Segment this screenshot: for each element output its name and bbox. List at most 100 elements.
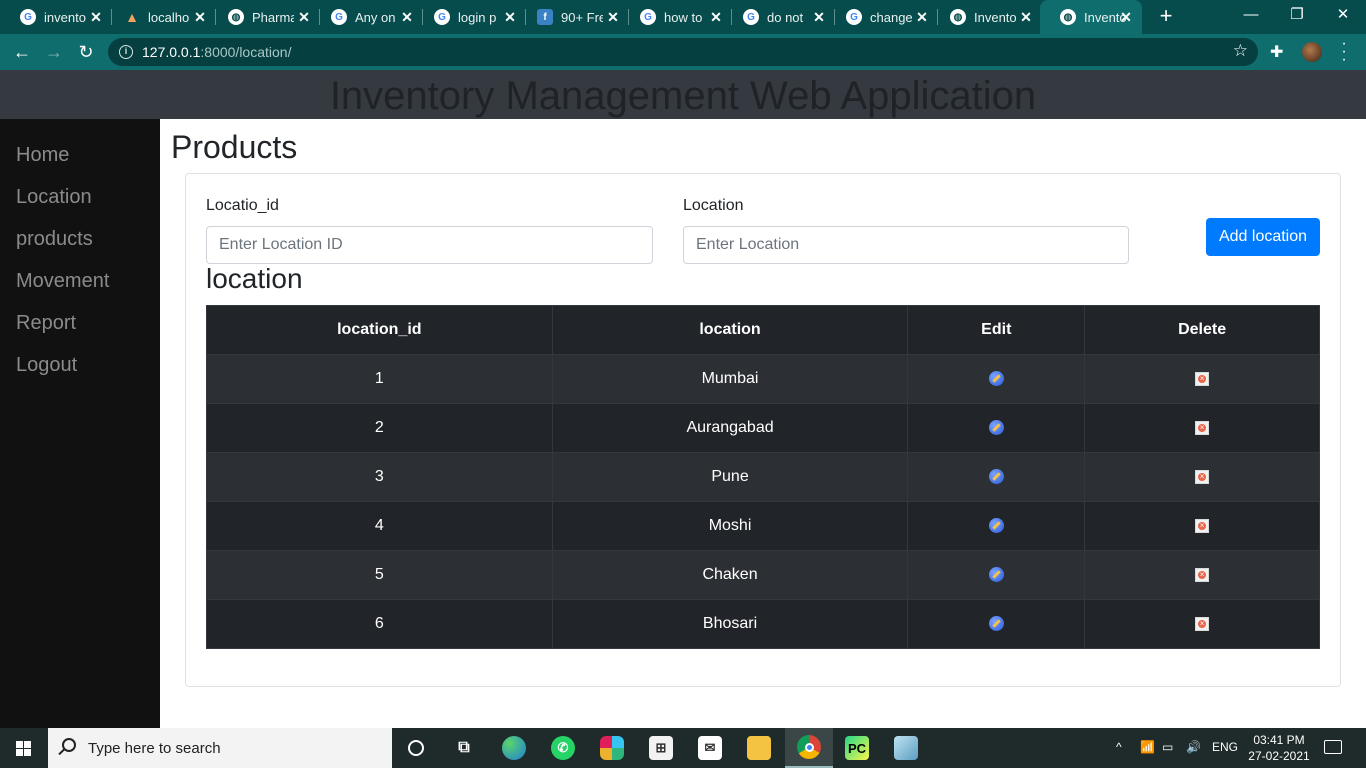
volume-icon[interactable]: 🔊	[1186, 740, 1201, 754]
windows-start-icon[interactable]	[0, 728, 48, 768]
cortana-icon[interactable]	[392, 728, 440, 768]
tab-title: do not	[767, 9, 804, 25]
sidebar-item-movement[interactable]: Movement	[16, 270, 109, 293]
close-icon[interactable]: ✕	[502, 9, 518, 25]
close-window-icon[interactable]: ✕	[1320, 0, 1366, 32]
sidebar-nav: Home Location products Movement Report L…	[0, 119, 160, 728]
table-row: 2 Aurangabad	[206, 403, 1320, 453]
minimize-icon[interactable]: —	[1228, 0, 1274, 32]
table-row: 5 Chaken	[206, 550, 1320, 600]
close-icon[interactable]: ✕	[811, 9, 827, 25]
table-row: 1 Mumbai	[206, 354, 1320, 404]
close-icon[interactable]: ✕	[88, 9, 104, 25]
browser-tab[interactable]: ◍ Invento ✕	[930, 0, 1042, 34]
delete-icon[interactable]	[1195, 420, 1210, 435]
close-icon[interactable]: ✕	[914, 9, 930, 25]
reload-icon[interactable]: ↻	[74, 40, 98, 64]
cell-delete	[1084, 452, 1320, 502]
close-icon[interactable]: ✕	[399, 9, 415, 25]
table-header-row: location_id location Edit Delete	[206, 305, 1320, 355]
close-icon[interactable]: ✕	[296, 9, 312, 25]
cell-location: Aurangabad	[551, 403, 909, 453]
restore-icon[interactable]: ❐	[1274, 0, 1320, 32]
search-icon	[62, 738, 76, 752]
sidebar-item-report[interactable]: Report	[16, 312, 76, 335]
edit-icon[interactable]	[988, 616, 1004, 632]
edit-icon[interactable]	[988, 420, 1004, 436]
f-icon: f	[537, 9, 553, 25]
file-explorer-icon[interactable]	[735, 728, 783, 768]
close-icon[interactable]: ✕	[1118, 9, 1134, 25]
new-tab-button[interactable]: +	[1154, 5, 1178, 29]
edit-icon[interactable]	[988, 371, 1004, 387]
cell-edit	[907, 550, 1086, 600]
task-view-icon[interactable]: ⧉	[440, 728, 488, 768]
sidebar-item-products[interactable]: products	[16, 228, 93, 251]
notification-center-icon[interactable]	[1324, 740, 1342, 754]
show-hidden-icons[interactable]: ^	[1116, 740, 1122, 754]
edit-icon[interactable]	[988, 518, 1004, 534]
delete-icon[interactable]	[1195, 518, 1210, 533]
edit-icon[interactable]	[988, 469, 1004, 485]
extensions-puzzle-icon[interactable]: ✚	[1270, 42, 1283, 62]
network-icon[interactable]: 📶	[1140, 740, 1155, 754]
cell-delete	[1084, 599, 1320, 649]
google-icon: G	[331, 9, 347, 25]
browser-menu-icon[interactable]: · · ·	[1336, 36, 1352, 68]
column-header-edit: Edit	[907, 305, 1086, 355]
tab-title: invento	[44, 9, 86, 25]
sidebar-item-logout[interactable]: Logout	[16, 354, 77, 377]
close-icon[interactable]: ✕	[708, 9, 724, 25]
table-row: 6 Bhosari	[206, 599, 1320, 649]
browser-tab[interactable]: ◍ Pharma ✕	[208, 0, 320, 34]
profile-avatar[interactable]	[1302, 42, 1322, 62]
close-icon[interactable]: ✕	[1018, 9, 1034, 25]
delete-icon[interactable]	[1195, 371, 1210, 386]
delete-icon[interactable]	[1195, 567, 1210, 582]
edge-icon[interactable]	[490, 728, 538, 768]
table-row: 3 Pune	[206, 452, 1320, 502]
close-icon[interactable]: ✕	[605, 9, 621, 25]
slack-icon[interactable]	[588, 728, 636, 768]
pycharm-icon[interactable]: PC	[833, 728, 881, 768]
cell-delete	[1084, 403, 1320, 453]
sidebar-item-location[interactable]: Location	[16, 186, 92, 209]
taskbar-search-placeholder: Type here to search	[88, 740, 221, 757]
system-clock[interactable]: 03:41 PM 27-02-2021	[1246, 732, 1312, 764]
browser-tab[interactable]: f 90+ Fre ✕	[517, 0, 629, 34]
add-location-button[interactable]: Add location	[1206, 218, 1320, 256]
browser-tab[interactable]: G how to ✕	[620, 0, 732, 34]
address-bar[interactable]: i 127.0.0.1:8000/location/ ☆	[108, 38, 1258, 66]
browser-tab[interactable]: G Any on ✕	[311, 0, 423, 34]
site-info-icon[interactable]: i	[119, 45, 133, 59]
browser-tab[interactable]: ▲ localho ✕	[104, 0, 216, 34]
table-row: 4 Moshi	[206, 501, 1320, 551]
location-input[interactable]	[683, 226, 1129, 264]
forward-arrow-icon[interactable]: →	[42, 40, 66, 64]
whatsapp-icon[interactable]: ✆	[539, 728, 587, 768]
globe-icon: ◍	[228, 9, 244, 25]
bookmark-star-icon[interactable]: ☆	[1233, 41, 1248, 61]
close-icon[interactable]: ✕	[192, 9, 208, 25]
delete-icon[interactable]	[1195, 616, 1210, 631]
browser-tab[interactable]: G login p ✕	[414, 0, 526, 34]
browser-tab[interactable]: G do not ✕	[723, 0, 835, 34]
column-header-location-id: location_id	[206, 305, 553, 355]
battery-icon[interactable]: ▭	[1162, 740, 1173, 754]
cell-location: Bhosari	[551, 599, 909, 649]
edit-icon[interactable]	[988, 567, 1004, 583]
browser-tab[interactable]: G change ✕	[826, 0, 938, 34]
app-header: Inventory Management Web Application	[0, 70, 1366, 119]
notepad-icon[interactable]	[882, 728, 930, 768]
taskbar-search-box[interactable]: Type here to search	[48, 728, 392, 768]
store-icon[interactable]: ⊞	[637, 728, 685, 768]
back-arrow-icon[interactable]: ←	[10, 40, 34, 64]
delete-icon[interactable]	[1195, 469, 1210, 484]
chrome-icon[interactable]	[785, 728, 833, 768]
browser-tab-active[interactable]: ◍ Invento ✕	[1040, 0, 1142, 34]
sidebar-item-home[interactable]: Home	[16, 144, 69, 167]
mail-icon[interactable]: ✉	[686, 728, 734, 768]
language-indicator[interactable]: ENG	[1212, 740, 1238, 754]
location-id-input[interactable]	[206, 226, 653, 264]
browser-tab[interactable]: G invento ✕	[0, 0, 112, 34]
